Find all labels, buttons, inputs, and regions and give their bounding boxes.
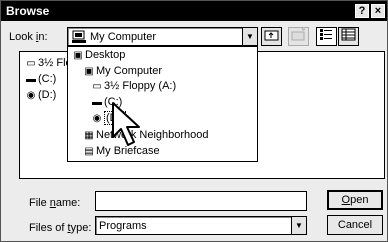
computer-icon — [72, 30, 86, 46]
desktop-icon: ▣ — [73, 50, 83, 61]
network-icon: ▦ — [84, 130, 94, 141]
computer-icon: ▣ — [84, 66, 94, 77]
files-of-type-label: Files of type: — [29, 222, 92, 234]
cancel-button[interactable]: Cancel — [327, 215, 383, 235]
details-view-icon — [341, 28, 356, 41]
file-name-label: File name: — [29, 197, 81, 209]
look-in-label: Look in: — [9, 31, 48, 43]
chevron-down-icon[interactable]: ▼ — [242, 28, 257, 45]
look-in-value: My Computer — [90, 31, 157, 43]
help-button[interactable]: ? — [355, 4, 369, 18]
hard-drive-icon: ▬ — [92, 97, 102, 108]
dropdown-item-floppy[interactable]: ▭ 3½ Floppy (A:) — [90, 80, 176, 92]
look-in-dropdown-list[interactable]: ▣ Desktop ▣ My Computer ▭ 3½ Floppy (A:) ▬(… — [67, 46, 258, 162]
list-item[interactable]: ▬ (C:) — [24, 73, 56, 85]
new-folder-icon — [291, 27, 306, 41]
title-bar[interactable]: Browse ? × — [1, 1, 387, 21]
dropdown-item-desktop[interactable]: ▣ Desktop — [71, 49, 125, 61]
up-one-level-button[interactable] — [261, 27, 282, 46]
mouse-pointer-icon — [111, 101, 147, 152]
list-view-button[interactable] — [316, 27, 337, 46]
floppy-drive-icon: ▭ — [26, 58, 36, 69]
files-of-type-combo[interactable]: Programs ▼ — [95, 216, 307, 235]
chevron-down-icon[interactable]: ▼ — [291, 217, 306, 234]
briefcase-icon: ▤ — [84, 146, 94, 157]
list-view-icon — [320, 29, 332, 40]
details-view-button[interactable] — [338, 27, 359, 46]
browse-dialog: Browse ? × Look in: My Computer ▼ ▭ 3½ Fl… — [0, 0, 388, 242]
floppy-drive-icon: ▭ — [92, 81, 102, 92]
dialog-title: Browse — [6, 4, 50, 18]
look-in-combo[interactable]: My Computer ▼ — [67, 27, 258, 46]
file-name-input[interactable] — [95, 191, 307, 211]
folder-up-icon — [264, 30, 279, 41]
cd-drive-icon: ◉ — [92, 113, 102, 124]
list-item[interactable]: ▭ 3½ Flo — [24, 57, 71, 69]
files-of-type-value: Programs — [99, 220, 147, 232]
close-button[interactable]: × — [371, 4, 385, 18]
dropdown-item-my-computer[interactable]: ▣ My Computer — [82, 65, 162, 77]
new-folder-button[interactable] — [288, 27, 309, 46]
cd-drive-icon: ◉ — [26, 90, 36, 101]
hard-drive-icon: ▬ — [26, 74, 36, 85]
open-button[interactable]: Open — [327, 190, 383, 210]
list-item[interactable]: ◉ (D:) — [24, 89, 57, 101]
